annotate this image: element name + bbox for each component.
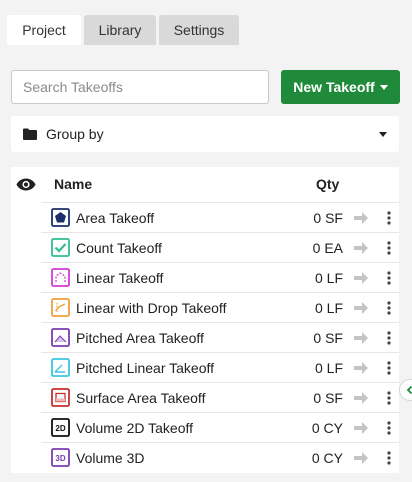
chevron-left-icon [406,385,412,395]
more-vertical-icon[interactable] [387,330,391,346]
column-header-qty[interactable]: Qty [316,176,339,192]
new-takeoff-label: New Takeoff [293,79,375,95]
takeoff-name: Pitched Linear Takeoff [76,359,215,376]
surface-area-takeoff-icon [51,388,70,407]
more-vertical-icon[interactable] [387,360,391,376]
linear-takeoff-icon [51,268,70,287]
takeoff-name: Count Takeoff [76,239,162,256]
search-takeoffs-input[interactable] [11,70,269,104]
arrow-right-icon[interactable] [353,210,369,226]
caret-down-icon [379,84,388,90]
eye-icon[interactable] [11,178,41,191]
tab-library[interactable]: Library [84,15,156,45]
table-row[interactable]: Count Takeoff 0 EA [41,232,399,262]
arrow-right-icon[interactable] [353,330,369,346]
more-vertical-icon[interactable] [387,390,391,406]
takeoff-name: Pitched Area Takeoff [76,329,204,346]
more-vertical-icon[interactable] [387,450,391,466]
more-vertical-icon[interactable] [387,300,391,316]
arrow-right-icon[interactable] [353,360,369,376]
takeoff-qty: 0 CY [311,449,343,466]
volume-3d-badge: 3D [55,454,65,463]
takeoff-qty: 0 EA [312,239,343,256]
folder-icon [23,128,37,140]
more-vertical-icon[interactable] [387,210,391,226]
takeoff-name: Volume 3D [76,449,145,466]
takeoff-qty: 0 SF [313,329,343,346]
table-row[interactable]: Pitched Area Takeoff 0 SF [41,322,399,352]
takeoff-name: Surface Area Takeoff [76,389,206,406]
takeoff-name: Area Takeoff [76,209,155,226]
table-header: Name Qty [11,167,399,201]
takeoff-qty: 0 LF [314,269,343,286]
arrow-right-icon[interactable] [353,390,369,406]
arrow-right-icon[interactable] [353,300,369,316]
table-row[interactable]: 3D Volume 3D 0 CY [41,442,399,472]
pitched-area-takeoff-icon [51,328,70,347]
table-row[interactable]: Pitched Linear Takeoff 0 LF [41,352,399,382]
more-vertical-icon[interactable] [387,270,391,286]
volume-3d-icon: 3D [51,448,70,467]
table-row[interactable]: Surface Area Takeoff 0 SF [41,382,399,412]
area-takeoff-icon [51,208,70,227]
takeoff-name: Linear Takeoff [76,269,164,286]
tab-project[interactable]: Project [7,15,81,45]
tab-settings[interactable]: Settings [159,15,239,45]
table-row[interactable]: Area Takeoff 0 SF [41,202,399,232]
takeoff-qty: 0 CY [311,419,343,436]
tab-bar: Project Library Settings [7,15,239,45]
table-row[interactable]: 2D Volume 2D Takeoff 0 CY [41,412,399,442]
pitched-linear-takeoff-icon [51,358,70,377]
takeoff-table: Name Qty Area Takeoff 0 SF Count Takeoff… [11,167,399,473]
takeoff-qty: 0 LF [314,359,343,376]
takeoff-name: Volume 2D Takeoff [76,419,194,436]
caret-down-icon [379,131,387,137]
linear-drop-takeoff-icon [51,298,70,317]
takeoff-qty: 0 SF [313,389,343,406]
volume-2d-badge: 2D [55,424,65,433]
more-vertical-icon[interactable] [387,420,391,436]
arrow-right-icon[interactable] [353,450,369,466]
takeoff-qty: 0 LF [314,299,343,316]
arrow-right-icon[interactable] [353,240,369,256]
more-vertical-icon[interactable] [387,240,391,256]
takeoff-name: Linear with Drop Takeoff [76,299,227,316]
count-takeoff-icon [51,238,70,257]
arrow-right-icon[interactable] [353,420,369,436]
group-by-dropdown[interactable]: Group by [11,116,399,152]
table-row[interactable]: Linear Takeoff 0 LF [41,262,399,292]
new-takeoff-button[interactable]: New Takeoff [281,70,400,104]
arrow-right-icon[interactable] [353,270,369,286]
group-by-label: Group by [46,126,104,142]
table-row[interactable]: Linear with Drop Takeoff 0 LF [41,292,399,322]
column-header-name[interactable]: Name [54,176,92,192]
volume-2d-takeoff-icon: 2D [51,418,70,437]
takeoff-qty: 0 SF [313,209,343,226]
